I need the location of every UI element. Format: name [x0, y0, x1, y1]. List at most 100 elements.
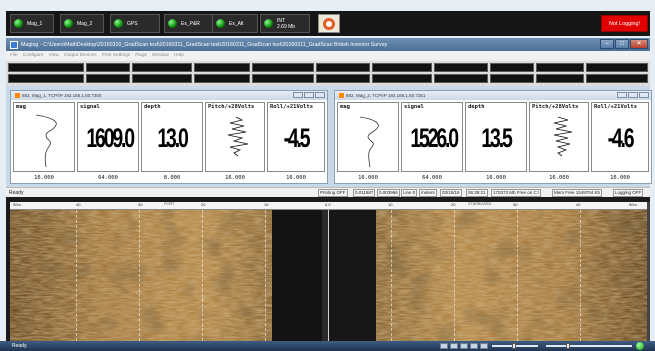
readout-cell [8, 74, 84, 83]
ready-text: Ready [9, 190, 24, 196]
target-icon[interactable] [480, 343, 488, 349]
column-header: mag [16, 104, 26, 110]
mag-trace [35, 114, 57, 168]
readout-cell [194, 74, 250, 83]
signal-cell: signal 1609.0 [77, 102, 139, 172]
range-tick: 30 [138, 202, 143, 207]
minimize-button[interactable]: – [600, 39, 614, 49]
go-status-icon[interactable] [636, 342, 644, 350]
column-header: Pitch/+28Volts [532, 104, 579, 110]
instrument-mag1[interactable]: Mag_1 [10, 14, 54, 33]
depth-value: 13.5 [481, 123, 512, 153]
readout-cell [372, 74, 432, 83]
range-tick: 20 [201, 202, 206, 207]
range-tick: 30 [513, 202, 518, 207]
panel-controls [293, 92, 325, 98]
panel-controls [617, 92, 649, 98]
window-controls: – □ ✕ [600, 39, 648, 49]
disk-free-status: 170373 Mb Free on C:\ [491, 189, 542, 197]
readout-cell [252, 74, 314, 83]
sonar-waterfall-image[interactable] [10, 210, 647, 341]
toolbar-buttons [440, 343, 488, 349]
roll-cell: Roll/+21Volts -4.6 [591, 102, 649, 172]
printing-status: Printing OFF [318, 189, 348, 197]
panel-titlebar: 882, Mag_1, TCP/IP 192.168.1.50:7350 [11, 91, 327, 100]
panel-close-button[interactable] [639, 92, 649, 98]
menu-file[interactable]: File [10, 53, 18, 58]
panel-close-button[interactable] [315, 92, 325, 98]
maximize-button[interactable]: □ [615, 39, 629, 49]
menu-print-settings[interactable]: Print Settings [102, 53, 131, 58]
column-scale: 16.000 [358, 175, 378, 181]
instrument-mag2[interactable]: Mag_2 [60, 14, 104, 33]
range-gridline [517, 210, 518, 341]
column-scale: 16.000 [286, 175, 306, 181]
pan-icon[interactable] [460, 343, 468, 349]
instrument-ex-pr[interactable]: Ex_P&R [164, 14, 214, 33]
readout-cell [586, 63, 648, 72]
application-frame: Mag_1 Mag_2 GPS Ex_P&R Ex_Alt INT 2.69 M… [0, 0, 655, 351]
readout-cell [536, 63, 584, 72]
readout-cell [536, 74, 584, 83]
panel-maximize-button[interactable] [628, 92, 638, 98]
panel-minimize-button[interactable] [617, 92, 627, 98]
contrast-slider[interactable] [546, 345, 632, 347]
pitch-cell: Pitch/+28Volts [529, 102, 589, 172]
menu-view[interactable]: View [49, 53, 59, 58]
depth-value: 13.0 [157, 123, 188, 153]
close-button[interactable]: ✕ [630, 39, 648, 49]
zoom-out-icon[interactable] [450, 343, 458, 349]
contrast-slider-knob[interactable] [566, 343, 570, 349]
help-lifebuoy-button[interactable] [318, 14, 340, 33]
instrument-int[interactable]: INT 2.69 Mb [260, 14, 310, 33]
readout-cell [86, 63, 130, 72]
measure-icon[interactable] [470, 343, 478, 349]
menu-help[interactable]: Help [174, 53, 184, 58]
menu-flags[interactable]: Flags [135, 53, 147, 58]
zoom-in-icon[interactable] [440, 343, 448, 349]
panel-title: 882, Mag_2, TCP/IP 192.168.1.50:7351 [346, 93, 426, 98]
mag-cell: mag [337, 102, 399, 172]
mag-trace [359, 116, 379, 168]
panel-minimize-button[interactable] [293, 92, 303, 98]
roll-value: -4.5 [283, 123, 311, 153]
menu-configure[interactable]: Configure [23, 53, 44, 58]
range-gridline [580, 210, 581, 341]
panel-title: 882, Mag_1, TCP/IP 192.168.1.50:7350 [22, 93, 102, 98]
depth-cell: depth 13.0 [141, 102, 203, 172]
column-header: depth [468, 104, 485, 110]
range-tick: 40 [76, 202, 81, 207]
range-gridline [202, 210, 203, 341]
range-tick: 20 [451, 202, 456, 207]
lifebuoy-icon [323, 17, 335, 30]
status-led-icon [114, 19, 123, 28]
range-tick: 10 [388, 202, 393, 207]
instrument-gps[interactable]: GPS [110, 14, 160, 33]
readout-cell [316, 63, 370, 72]
gain-slider-knob[interactable] [512, 343, 516, 349]
sonar-scrollbar[interactable] [647, 202, 650, 341]
column-scale: 16.000 [486, 175, 506, 181]
column-header: mag [340, 104, 350, 110]
menu-window[interactable]: Window [152, 53, 169, 58]
int-labels: INT 2.69 Mb [277, 18, 295, 30]
panel-maximize-button[interactable] [304, 92, 314, 98]
range-ruler: 50m 40 30 PORT 20 10 0.0 10 20 STARBOARD… [10, 202, 647, 210]
column-scale: 16.000 [549, 175, 569, 181]
instrument-ex-alt[interactable]: Ex_Alt [212, 14, 258, 33]
mag1-panel: 882, Mag_1, TCP/IP 192.168.1.50:7350 mag… [10, 90, 328, 184]
taskbar-ready-text: Ready. [12, 343, 28, 349]
window-titlebar: Maglog - C:\Users\Matt\Desktop\20160310_… [6, 38, 650, 51]
instrument-label: Ex_Alt [229, 20, 244, 27]
column-scale: 64.000 [98, 175, 118, 181]
roll-value: -4.6 [607, 123, 635, 153]
mag-cell: mag [13, 102, 75, 172]
readout-cell [194, 63, 250, 72]
readout-cell [490, 74, 534, 83]
bottom-toolbar: Ready. [0, 341, 655, 351]
panel-icon [339, 93, 344, 98]
range-gridline [454, 210, 455, 341]
logging-status-button[interactable]: Not Logging! [601, 15, 648, 32]
pitch-trace [553, 116, 573, 157]
menu-output-devices[interactable]: Output Devices [64, 53, 97, 58]
